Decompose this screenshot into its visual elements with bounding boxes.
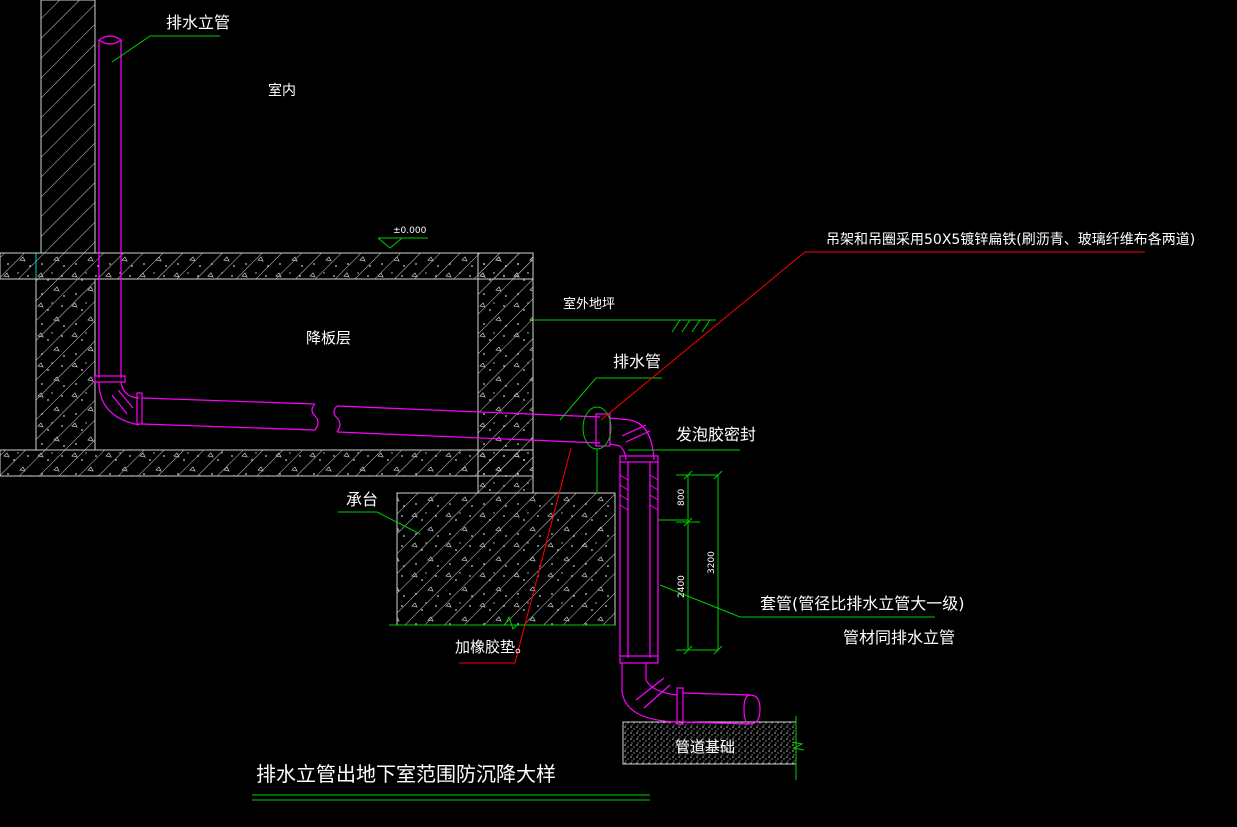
sleeve-material-label: 管材同排水立管 bbox=[843, 628, 955, 647]
elevation-marker bbox=[377, 237, 428, 249]
outdoor-grade bbox=[533, 319, 716, 333]
sunken-slab-label: 降板层 bbox=[306, 329, 351, 347]
drawing-title: 排水立管出地下室范围防沉降大样 bbox=[256, 762, 556, 786]
drain-pipe-label: 排水管 bbox=[613, 352, 661, 371]
indoor-label: 室内 bbox=[268, 82, 296, 99]
cad-drawing: 排水立管 室内 ±0.000 降板层 室外地坪 排水管 吊架和吊圈采用50X5镀… bbox=[0, 0, 1237, 827]
hanger-note: 吊架和吊圈采用50X5镀锌扁铁(刷沥青、玻璃纤维布各两道) bbox=[826, 231, 1195, 248]
upper-wall bbox=[40, 0, 96, 254]
dimension-2400: 2400 bbox=[677, 575, 687, 598]
pile-cap-label: 承台 bbox=[346, 490, 378, 509]
outdoor-grade-label: 室外地坪 bbox=[563, 296, 615, 312]
dimension-3200: 3200 bbox=[707, 551, 717, 574]
sleeve-note: 套管(管径比排水立管大一级) bbox=[760, 594, 965, 613]
dimension-800: 800 bbox=[677, 489, 687, 506]
pipe-base-label: 管道基础 bbox=[675, 738, 735, 756]
labels: 排水立管 室内 ±0.000 降板层 室外地坪 排水管 吊架和吊圈采用50X5镀… bbox=[166, 13, 1195, 786]
rubber-pad-label: 加橡胶垫。 bbox=[455, 638, 530, 656]
elevation-label: ±0.000 bbox=[393, 226, 427, 236]
foam-seal-label: 发泡胶密封 bbox=[676, 425, 756, 444]
drain-riser-label: 排水立管 bbox=[166, 13, 230, 32]
